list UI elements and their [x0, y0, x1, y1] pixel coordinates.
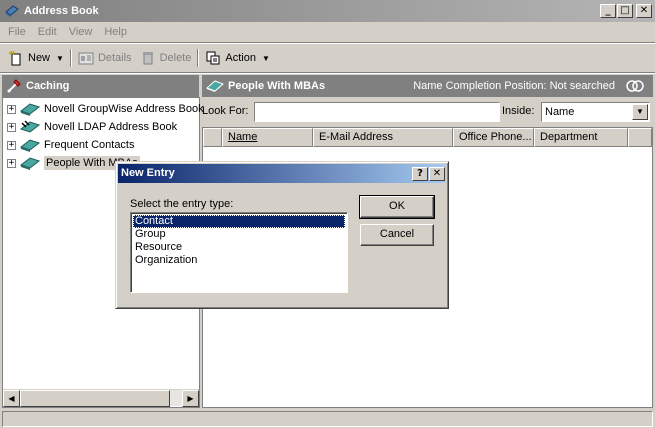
menu-bar: File Edit View Help — [2, 23, 133, 41]
toolbar: New ▼ Details Delete Action ▼ — [4, 46, 274, 70]
tree-item-label: Frequent Contacts — [44, 139, 135, 151]
column-header-office-phone[interactable]: Office Phone... — [453, 128, 534, 147]
search-row: Look For: Inside: Name ▼ — [202, 99, 653, 125]
toolbar-bottom-separator — [0, 72, 655, 74]
tree-item-ldap[interactable]: + Novell LDAP Address Book — [7, 118, 177, 136]
toolbar-divider — [69, 49, 72, 67]
caching-icon — [7, 79, 21, 93]
new-button[interactable]: New ▼ — [4, 47, 68, 69]
book-icon — [20, 103, 40, 116]
left-pane-header: Caching — [2, 75, 199, 97]
name-completion-status: Name Completion Position: Not searched — [413, 80, 615, 92]
expand-icon[interactable]: + — [7, 104, 16, 114]
inside-select[interactable]: Name ▼ — [541, 102, 650, 122]
column-header-filler — [628, 128, 652, 147]
column-header-email[interactable]: E-Mail Address — [313, 128, 453, 147]
new-dropdown-icon[interactable]: ▼ — [56, 54, 64, 63]
menu-view[interactable]: View — [63, 26, 99, 38]
chevron-down-icon[interactable]: ▼ — [632, 104, 648, 120]
menu-help[interactable]: Help — [98, 26, 133, 38]
delete-label: Delete — [159, 52, 192, 64]
book-icon — [20, 139, 40, 152]
entry-type-prompt: Select the entry type: — [130, 198, 234, 210]
name-completion-value: Not searched — [549, 80, 615, 92]
entry-type-group[interactable]: Group — [133, 228, 345, 241]
expand-icon[interactable]: + — [7, 140, 16, 150]
tree-item-groupwise[interactable]: + Novell GroupWise Address Book — [7, 100, 204, 118]
minimize-button[interactable]: _ — [600, 4, 616, 18]
entry-type-contact[interactable]: Contact — [133, 215, 345, 228]
details-button[interactable]: Details — [74, 47, 136, 69]
menu-edit[interactable]: Edit — [32, 26, 63, 38]
window-title: Address Book — [24, 5, 99, 17]
book-icon — [206, 80, 224, 92]
inside-select-value: Name — [545, 106, 575, 118]
help-button[interactable]: ? — [412, 167, 428, 181]
details-icon — [78, 52, 94, 65]
right-pane-title: People With MBAs — [228, 80, 326, 92]
entry-type-list[interactable]: Contact Group Resource Organization — [130, 212, 348, 293]
scroll-thumb[interactable] — [20, 390, 170, 407]
ldap-book-icon — [20, 120, 40, 133]
book-icon — [20, 157, 40, 170]
expand-icon[interactable]: + — [7, 122, 16, 132]
action-icon — [206, 51, 220, 65]
close-button[interactable]: ✕ — [636, 4, 652, 18]
tree-item-label: Novell GroupWise Address Book — [44, 103, 204, 115]
status-bar — [0, 409, 655, 428]
ok-button[interactable]: OK — [359, 195, 435, 219]
entry-type-organization[interactable]: Organization — [133, 254, 345, 267]
delete-icon — [142, 52, 153, 65]
tree-horizontal-scrollbar[interactable]: ◀ ▶ — [3, 389, 199, 407]
right-pane-header: People With MBAs Name Completion Positio… — [202, 75, 653, 97]
dialog-close-button[interactable]: ✕ — [429, 167, 445, 181]
address-book-icon — [5, 5, 19, 17]
inside-label: Inside: — [502, 105, 535, 117]
look-for-label: Look For: — [202, 105, 249, 117]
action-button[interactable]: Action ▼ — [201, 47, 274, 69]
action-dropdown-icon[interactable]: ▼ — [262, 54, 270, 63]
maximize-button[interactable]: □ — [617, 4, 633, 18]
tree-item-label: Novell LDAP Address Book — [44, 121, 178, 133]
new-entry-dialog: New Entry ? ✕ Select the entry type: Con… — [115, 161, 449, 309]
cancel-button[interactable]: Cancel — [360, 224, 434, 246]
details-label: Details — [97, 52, 132, 64]
left-pane-title: Caching — [26, 80, 70, 92]
toolbar-divider — [197, 49, 200, 67]
entry-type-resource[interactable]: Resource — [133, 241, 345, 254]
column-header-name[interactable]: Name — [222, 128, 313, 147]
look-for-input[interactable] — [254, 102, 500, 122]
expand-icon[interactable]: + — [7, 158, 16, 168]
status-panel — [2, 411, 653, 427]
scroll-right-icon[interactable]: ▶ — [182, 390, 199, 407]
action-label: Action — [225, 52, 256, 64]
title-bar: Address Book _ □ ✕ — [0, 0, 655, 22]
rings-icon[interactable] — [625, 79, 645, 93]
column-header-department[interactable]: Department — [534, 128, 628, 147]
menu-file[interactable]: File — [2, 26, 32, 38]
name-completion-label: Name Completion Position: — [413, 80, 547, 92]
dialog-title: New Entry — [121, 167, 175, 179]
delete-button[interactable]: Delete — [136, 47, 196, 69]
toolbar-separator — [0, 42, 655, 44]
column-header-icon[interactable] — [203, 128, 222, 147]
tree-item-frequent-contacts[interactable]: + Frequent Contacts — [7, 136, 135, 154]
dialog-title-bar: New Entry ? ✕ — [118, 164, 446, 183]
new-label: New — [28, 52, 51, 64]
scroll-left-icon[interactable]: ◀ — [3, 390, 20, 407]
new-icon — [8, 50, 21, 66]
